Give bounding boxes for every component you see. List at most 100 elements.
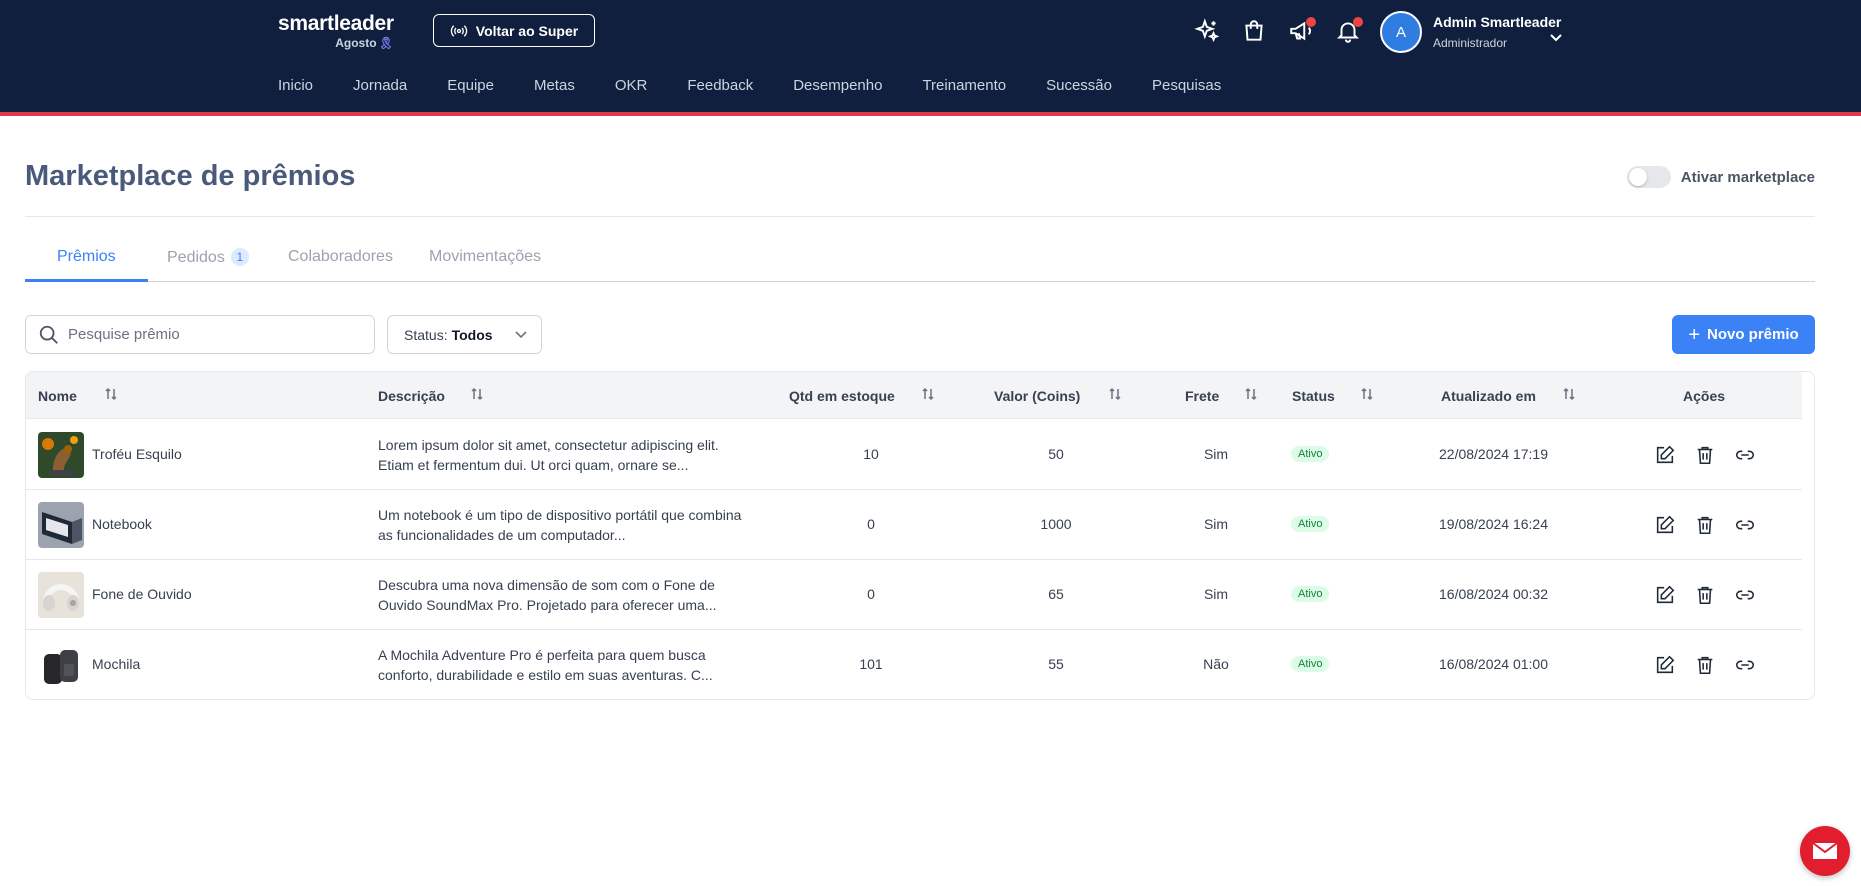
avatar[interactable]: A (1380, 11, 1422, 53)
sort-icon[interactable] (1361, 387, 1373, 401)
edit-icon[interactable] (1654, 514, 1676, 536)
prize-name[interactable]: Troféu Esquilo (92, 446, 182, 462)
sort-icon[interactable] (105, 387, 117, 401)
column-header-estoque[interactable]: Qtd em estoque (789, 388, 895, 404)
user-name[interactable]: Admin Smartleader (1433, 14, 1561, 30)
ribbon-icon: 🎗 (378, 36, 394, 50)
search-box[interactable] (25, 315, 375, 354)
table-header: Nome Descrição Qtd em estoque Valor (Coi… (26, 372, 1802, 419)
prize-thumbnail-trofeu (38, 432, 84, 478)
prize-stock: 0 (867, 586, 875, 602)
status-filter[interactable]: Status: Todos (387, 315, 542, 354)
sort-icon[interactable] (1109, 387, 1121, 401)
nav-item-pesquisas[interactable]: Pesquisas (1152, 77, 1221, 94)
search-icon (39, 325, 58, 344)
link-icon[interactable] (1734, 654, 1756, 676)
tab-colaboradores[interactable]: Colaboradores (288, 248, 393, 266)
prize-frete: Não (1203, 656, 1229, 672)
prize-description: Lorem ipsum dolor sit amet, consectetur … (378, 437, 719, 473)
prize-thumbnail-notebook (38, 502, 84, 548)
prize-value: 1000 (1040, 516, 1072, 532)
prize-updated: 22/08/2024 17:19 (1439, 446, 1548, 462)
column-header-status[interactable]: Status (1292, 388, 1335, 404)
sort-icon[interactable] (1245, 387, 1257, 401)
prize-frete: Sim (1203, 516, 1229, 532)
trash-icon[interactable] (1694, 654, 1716, 676)
column-header-descricao[interactable]: Descrição (378, 388, 445, 404)
nav-item-treinamento[interactable]: Treinamento (922, 77, 1006, 94)
table-row[interactable]: Notebook Um notebook é um tipo de dispos… (26, 490, 1802, 560)
column-header-nome[interactable]: Nome (38, 388, 77, 404)
prize-description: Descubra uma nova dimensão de som com o … (378, 577, 717, 613)
sort-icon[interactable] (1563, 387, 1575, 401)
nav-item-metas[interactable]: Metas (534, 77, 575, 94)
trash-icon[interactable] (1694, 444, 1716, 466)
column-header-atualizado[interactable]: Atualizado em (1441, 388, 1536, 404)
link-icon[interactable] (1734, 584, 1756, 606)
nav-item-desempenho[interactable]: Desempenho (793, 77, 882, 94)
notification-dot (1306, 17, 1316, 27)
prize-thumbnail-mochila (38, 642, 84, 688)
main-nav: Inicio Jornada Equipe Metas OKR Feedback… (278, 77, 1261, 94)
prize-frete: Sim (1203, 586, 1229, 602)
edit-icon[interactable] (1654, 444, 1676, 466)
column-header-acoes: Ações (1683, 388, 1726, 404)
sort-icon[interactable] (922, 387, 934, 401)
nav-item-feedback[interactable]: Feedback (687, 77, 753, 94)
link-icon[interactable] (1734, 444, 1756, 466)
prize-name[interactable]: Mochila (92, 656, 140, 672)
prize-thumbnail-fone (38, 572, 84, 618)
nav-item-equipe[interactable]: Equipe (447, 77, 494, 94)
marketplace-toggle[interactable] (1626, 166, 1671, 188)
chevron-down-icon[interactable] (1549, 33, 1563, 43)
link-icon[interactable] (1734, 514, 1756, 536)
chevron-down-icon (515, 331, 527, 339)
prize-value: 65 (1048, 586, 1064, 602)
mail-icon (1812, 842, 1838, 859)
back-to-super-button[interactable]: Voltar ao Super (433, 14, 595, 47)
trash-icon[interactable] (1694, 514, 1716, 536)
column-header-valor[interactable]: Valor (Coins) (994, 388, 1080, 404)
status-filter-value: Todos (451, 326, 493, 343)
prize-name[interactable]: Notebook (92, 516, 152, 532)
prize-stock: 0 (867, 516, 875, 532)
status-badge: Ativo (1291, 516, 1330, 532)
table-row[interactable]: Mochila A Mochila Adventure Pro é perfei… (26, 630, 1802, 699)
tab-movimentacoes[interactable]: Movimentações (429, 248, 541, 266)
edit-icon[interactable] (1654, 584, 1676, 606)
nav-item-inicio[interactable]: Inicio (278, 77, 313, 94)
megaphone-icon[interactable] (1286, 16, 1316, 46)
sort-icon[interactable] (471, 387, 483, 401)
table-row[interactable]: Troféu Esquilo Lorem ipsum dolor sit ame… (26, 420, 1802, 490)
sparkles-icon[interactable] (1192, 16, 1222, 46)
top-bar: smartleader Agosto 🎗 Voltar ao Super A Ad… (0, 0, 1861, 116)
notification-dot (1353, 17, 1363, 27)
new-prize-label: Novo prêmio (1707, 326, 1799, 343)
prize-updated: 16/08/2024 01:00 (1439, 656, 1548, 672)
plus-icon: + (1688, 323, 1700, 346)
search-input[interactable] (68, 326, 358, 343)
nav-item-jornada[interactable]: Jornada (353, 77, 407, 94)
broadcast-icon (450, 24, 468, 37)
prize-updated: 19/08/2024 16:24 (1439, 516, 1548, 532)
tab-pedidos[interactable]: Pedidos 1 (167, 248, 249, 267)
edit-icon[interactable] (1654, 654, 1676, 676)
table-row[interactable]: Fone de Ouvido Descubra uma nova dimensã… (26, 560, 1802, 630)
bell-icon[interactable] (1333, 16, 1363, 46)
trash-icon[interactable] (1694, 584, 1716, 606)
status-badge: Ativo (1291, 656, 1330, 672)
logo-name: smartleader (278, 12, 394, 35)
prize-name[interactable]: Fone de Ouvido (92, 586, 192, 602)
nav-item-sucessao[interactable]: Sucessão (1046, 77, 1112, 94)
shopping-bag-icon[interactable] (1239, 16, 1269, 46)
new-prize-button[interactable]: + Novo prêmio (1672, 315, 1815, 354)
column-header-frete[interactable]: Frete (1185, 388, 1219, 404)
prize-description: A Mochila Adventure Pro é perfeita para … (378, 647, 713, 683)
tab-premios[interactable]: Prêmios (57, 248, 116, 266)
prize-value: 50 (1048, 446, 1064, 462)
mail-button[interactable] (1800, 826, 1850, 876)
marketplace-toggle-label: Ativar marketplace (1680, 168, 1815, 186)
logo[interactable]: smartleader Agosto 🎗 (278, 12, 394, 50)
user-role: Administrador (1433, 36, 1508, 50)
nav-item-okr[interactable]: OKR (615, 77, 648, 94)
